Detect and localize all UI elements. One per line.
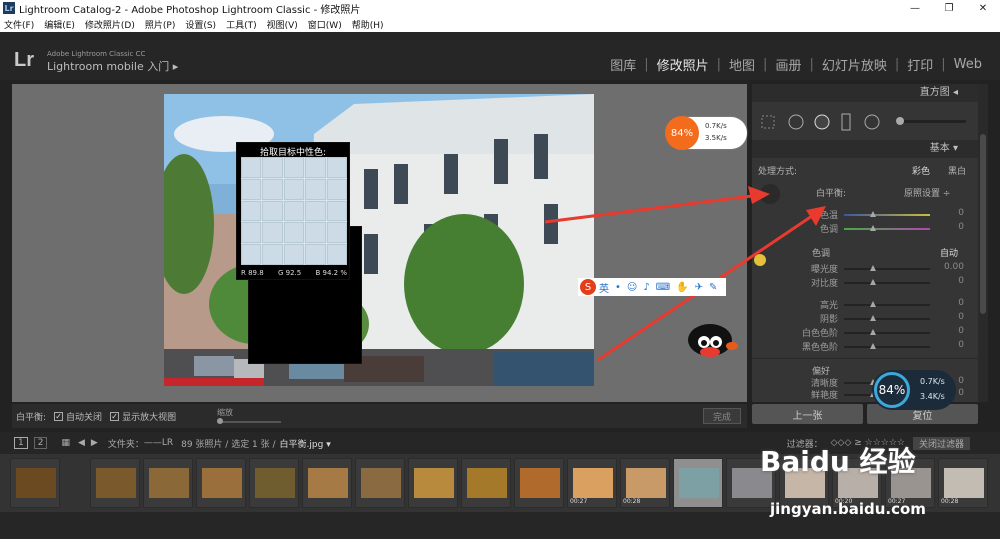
upload-speed-2: 0.7K/s: [920, 377, 945, 386]
baidu-watermark-url: jingyan.baidu.com: [770, 500, 926, 518]
baidu-watermark: Baidu 经验: [760, 445, 916, 478]
sogou-logo-icon[interactable]: S: [580, 279, 596, 295]
lightroom-window: Lr Lightroom Catalog-2 - Adobe Photoshop…: [0, 0, 1000, 539]
punctuation-icon[interactable]: •: [615, 282, 621, 293]
tools-icon[interactable]: ✈: [695, 282, 703, 293]
network-speed-widget: 84% 0.7K/s 3.5K/s: [665, 116, 747, 150]
ime-mode[interactable]: 英: [599, 280, 609, 295]
skin-icon[interactable]: ✋: [676, 282, 688, 293]
arrow-head-icon: [806, 206, 826, 226]
arrow-head-icon: [748, 186, 770, 204]
arrow-to-wb-line: [544, 194, 753, 224]
mascot-sticker-icon: [688, 324, 738, 357]
microphone-icon[interactable]: ♪: [643, 282, 649, 293]
download-speed-2: 3.4K/s: [920, 392, 945, 401]
download-speed: 3.5K/s: [705, 134, 727, 142]
ime-toolbar: S 英 • ☺ ♪ ⌨ ✋ ✈ ✎: [578, 278, 726, 296]
cpu-percent-circle: 84%: [874, 372, 910, 408]
upload-speed: 0.7K/s: [705, 122, 727, 130]
keyboard-icon[interactable]: ⌨: [656, 282, 670, 293]
emoji-icon[interactable]: ☺: [627, 282, 637, 293]
memory-percent-circle: 84%: [665, 116, 699, 150]
system-monitor-widget: 84% 0.7K/s 3.4K/s: [872, 370, 956, 410]
wrench-icon[interactable]: ✎: [709, 282, 717, 293]
